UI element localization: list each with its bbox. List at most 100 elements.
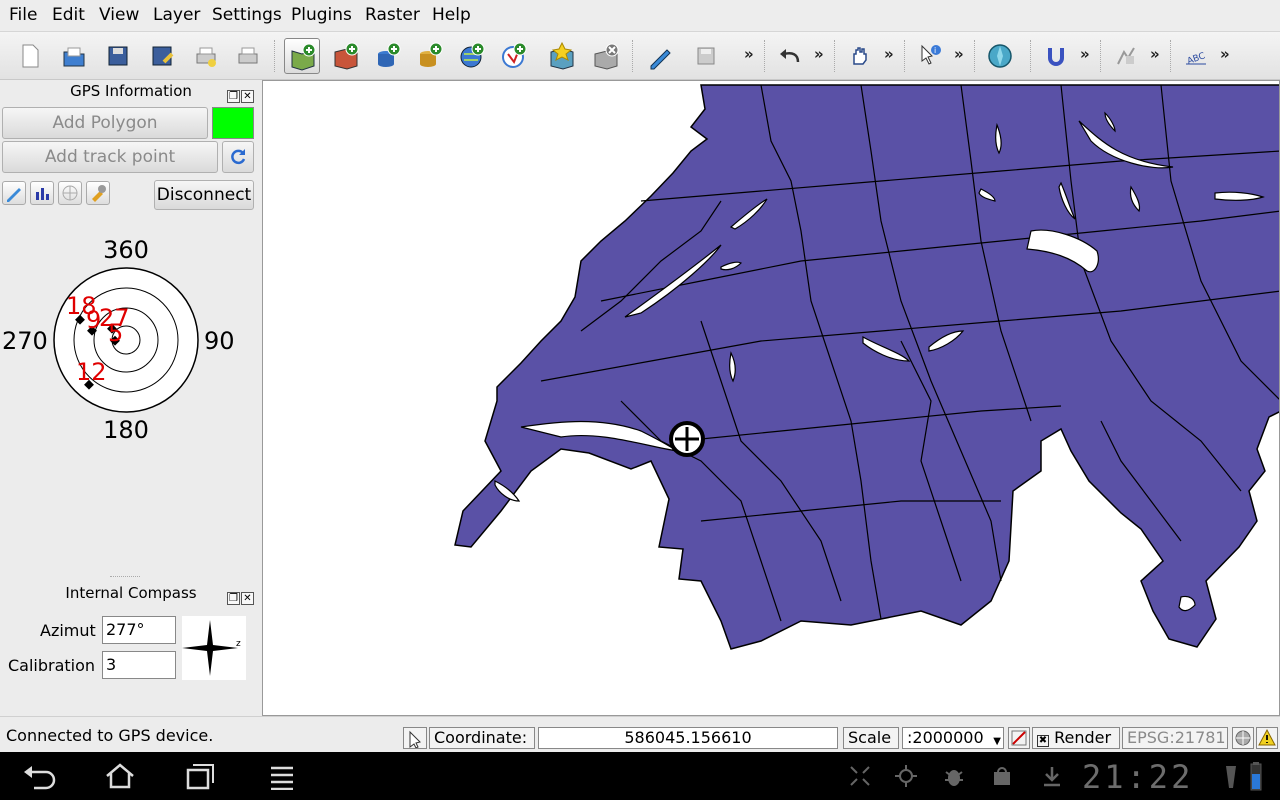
print-icon[interactable] — [230, 38, 266, 74]
signal-chart-icon[interactable] — [30, 181, 54, 205]
add-vector-layer-icon[interactable] — [284, 38, 320, 74]
satellite-label: 5 — [108, 319, 123, 347]
menu-help[interactable]: Help — [432, 5, 471, 25]
calibration-label: Calibration — [8, 656, 96, 675]
track-edit-icon[interactable] — [2, 181, 26, 205]
back-icon[interactable] — [22, 762, 56, 790]
add-track-point-button[interactable]: Add track point — [2, 141, 218, 173]
dock-close-icon[interactable]: ✕ — [241, 90, 254, 103]
new-project-icon[interactable] — [12, 38, 48, 74]
menu-view[interactable]: View — [99, 5, 139, 25]
add-postgis-layer-icon[interactable] — [370, 38, 406, 74]
new-shapefile-icon[interactable] — [544, 38, 580, 74]
toolbar-overflow-chevron[interactable]: » — [1150, 45, 1160, 63]
open-project-icon[interactable] — [56, 38, 92, 74]
add-wfs-layer-icon[interactable] — [496, 38, 532, 74]
compass-dock-buttons: ❐ ✕ — [226, 586, 254, 605]
add-spatialite-layer-icon[interactable] — [412, 38, 448, 74]
gps-dock-title: GPS Information — [70, 82, 192, 100]
compass-label-east: 90 — [204, 327, 235, 355]
save-project-icon[interactable] — [100, 38, 136, 74]
stop-render-icon[interactable] — [1008, 727, 1030, 749]
coordinate-field[interactable]: 586045.156610 — [538, 727, 838, 749]
dock-close-icon[interactable]: ✕ — [241, 592, 254, 605]
toolbar-separator — [1030, 40, 1032, 72]
wifi-signal-icon — [1226, 766, 1236, 788]
map-polygons — [454, 84, 1279, 650]
compass-rose-icon: z — [182, 616, 246, 680]
azimut-field[interactable]: 277° — [102, 616, 176, 644]
gps-settings-icon[interactable] — [86, 181, 110, 205]
dock-splitter[interactable] — [110, 576, 140, 577]
scale-combobox[interactable]: :2000000 ▼ — [902, 727, 1004, 749]
satellite-view-icon[interactable] — [58, 181, 82, 205]
polygon-color-swatch[interactable] — [212, 107, 254, 139]
undo-icon[interactable] — [772, 38, 808, 74]
satellite-polar-plot: 360 180 270 90 18 27 9 5 12 — [2, 236, 235, 444]
save-as-icon[interactable] — [144, 38, 180, 74]
home-icon[interactable] — [104, 762, 136, 790]
menu-settings[interactable]: Settings — [212, 5, 282, 25]
toolbar-separator — [1100, 40, 1102, 72]
toolbar-overflow-chevron[interactable]: » — [954, 45, 964, 63]
calibration-field[interactable]: 3 — [102, 651, 176, 679]
menu-bar: File Edit View Layer Settings Plugins Ra… — [0, 0, 1280, 32]
map-canvas[interactable] — [262, 80, 1280, 716]
menu-plugins[interactable]: Plugins — [291, 5, 352, 25]
compass-label-north: 360 — [103, 236, 149, 264]
svg-text:ABC: ABC — [1186, 51, 1207, 67]
remove-layer-icon[interactable] — [588, 38, 624, 74]
coordinate-label: Coordinate: — [429, 727, 535, 749]
gps-compass-icon[interactable] — [982, 38, 1018, 74]
gps-dock-buttons: ❐ ✕ — [226, 84, 254, 103]
toolbar-separator — [904, 40, 906, 72]
add-raster-layer-icon[interactable] — [328, 38, 364, 74]
add-wms-layer-icon[interactable] — [454, 38, 490, 74]
toolbar-overflow-chevron[interactable]: » — [884, 45, 894, 63]
main-toolbar: » » » i » » » ABC » — [0, 32, 1280, 80]
epsg-button[interactable]: EPSG:21781 — [1122, 727, 1228, 749]
menu-file[interactable]: File — [9, 5, 37, 25]
scale-label: Scale — [843, 727, 899, 749]
menu-edit[interactable]: Edit — [52, 5, 85, 25]
recent-apps-icon[interactable] — [184, 762, 216, 790]
menu-icon[interactable] — [268, 762, 296, 790]
toolbar-overflow-chevron[interactable]: » — [1220, 45, 1230, 63]
render-label: Render — [1054, 728, 1112, 747]
checkbox-checked-icon: ✖ — [1037, 735, 1049, 747]
toolbar-overflow-chevron[interactable]: » — [814, 45, 824, 63]
compass-label-west: 270 — [2, 327, 48, 355]
toolbar-separator — [834, 40, 836, 72]
chevron-down-icon: ▼ — [993, 736, 1001, 747]
save-edits-icon[interactable] — [688, 38, 724, 74]
add-polygon-button[interactable]: Add Polygon — [2, 107, 208, 139]
identify-icon[interactable]: i — [912, 38, 948, 74]
refresh-button[interactable] — [222, 141, 254, 173]
menu-raster[interactable]: Raster — [365, 5, 420, 25]
toggle-editing-icon[interactable] — [642, 38, 678, 74]
toolbar-separator — [632, 40, 634, 72]
print-composer-icon[interactable] — [188, 38, 224, 74]
pan-hand-icon[interactable] — [842, 38, 878, 74]
compass-rose-letter: z — [236, 639, 241, 649]
label-tool-icon[interactable]: ABC — [1178, 38, 1214, 74]
dock-float-icon[interactable]: ❐ — [227, 90, 240, 103]
toolbar-overflow-chevron[interactable]: » — [1080, 45, 1090, 63]
download-icon — [1044, 767, 1060, 787]
warning-icon[interactable] — [1256, 727, 1278, 749]
screen-compat-icon[interactable] — [848, 764, 872, 788]
disconnect-button[interactable]: Disconnect — [154, 180, 254, 210]
menu-layer[interactable]: Layer — [153, 5, 200, 25]
render-checkbox[interactable]: ✖ Render — [1032, 727, 1120, 749]
coordinate-toggle-icon[interactable] — [403, 727, 427, 749]
projection-icon[interactable] — [1232, 727, 1254, 749]
dock-float-icon[interactable]: ❐ — [227, 592, 240, 605]
plugin-tool-icon[interactable] — [1108, 38, 1144, 74]
scale-value: :2000000 — [907, 728, 984, 747]
satellite-label: 12 — [76, 358, 107, 386]
snapping-magnet-icon[interactable] — [1038, 38, 1074, 74]
system-clock[interactable]: 21:22 — [1082, 758, 1193, 796]
toolbar-overflow-chevron[interactable]: » — [744, 45, 754, 63]
usb-debugging-icon — [945, 770, 963, 786]
gps-position-marker — [669, 421, 705, 457]
